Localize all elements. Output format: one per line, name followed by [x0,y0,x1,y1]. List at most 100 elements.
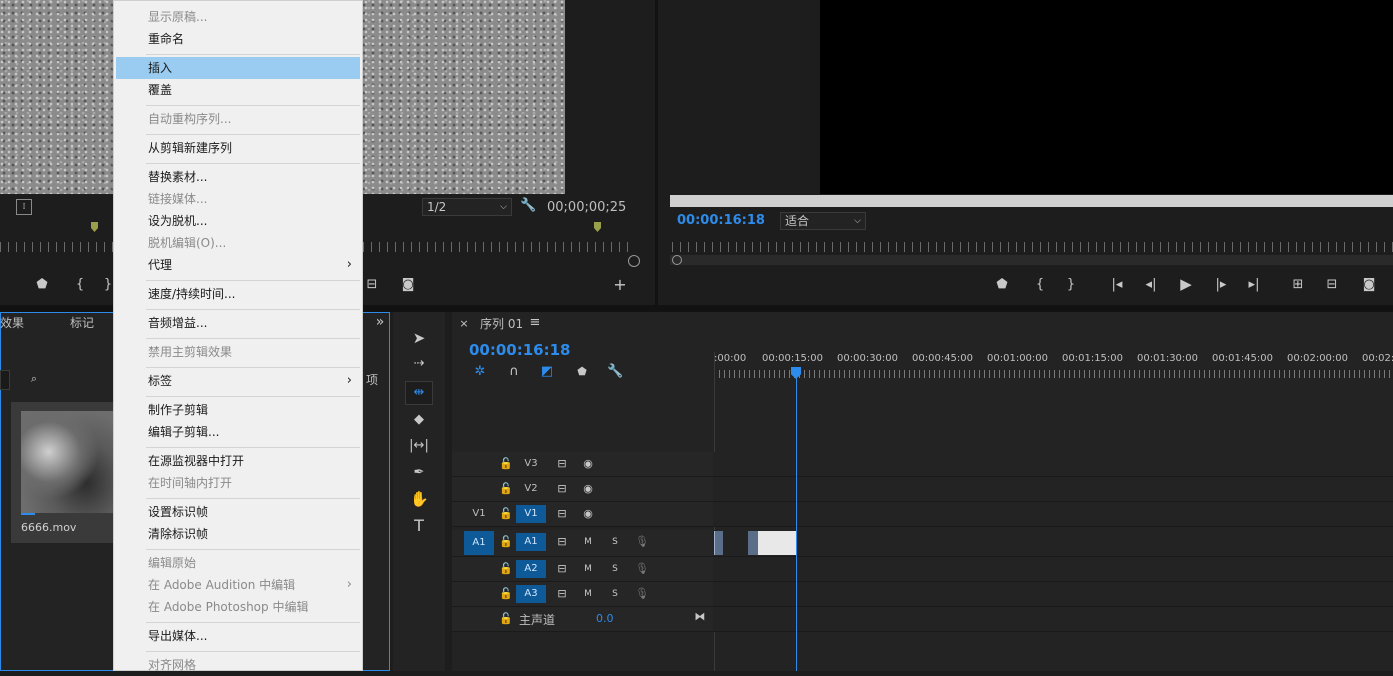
snap-icon[interactable]: ∩ [506,364,522,380]
step-back-icon[interactable]: ◂| [1142,277,1160,293]
sync-lock-icon[interactable]: ⊟ [554,534,570,550]
zoom-select[interactable]: 1/2 ⌵ [422,198,512,216]
program-ruler[interactable] [672,242,1393,252]
menu-item-overwrite[interactable]: 覆盖 [116,79,360,101]
audio-clip[interactable] [758,531,796,555]
nest-icon[interactable]: ✲ [472,364,488,380]
master-meter-icon[interactable]: ⧓ [692,609,708,625]
microphone-icon[interactable]: 🎙 [634,561,650,577]
mute-button[interactable]: M [580,586,596,602]
step-forward-icon[interactable]: |▸ [1212,277,1230,293]
hand-tool-icon[interactable]: ✋ [410,491,429,507]
tab-markers[interactable]: 标记 [70,314,94,331]
overwrite-icon[interactable]: ⊟ [364,277,380,293]
camera-icon[interactable]: ◙ [400,277,416,293]
pen-tool-icon[interactable]: ✒ [410,465,428,481]
find-icon[interactable]: ⌕ [26,371,42,387]
sync-lock-icon[interactable]: ⊟ [554,456,570,472]
source-patch-v1[interactable]: V1 [464,505,494,523]
add-button-icon[interactable]: + [612,277,628,293]
lock-icon[interactable]: 🔓 [498,586,514,602]
solo-button[interactable]: S [607,534,623,550]
eye-icon[interactable]: ◉ [580,456,596,472]
close-tab-icon[interactable]: × [458,316,470,332]
menu-item-replace-footage[interactable]: 替换素材... [116,166,360,188]
add-marker-icon[interactable]: ⬟ [574,364,590,380]
sync-lock-icon[interactable]: ⊟ [554,561,570,577]
lock-icon[interactable]: 🔓 [498,611,514,627]
menu-item-rename[interactable]: 重命名 [116,28,360,50]
menu-item-edit-subclip[interactable]: 编辑子剪辑... [116,421,360,443]
marker-icon[interactable]: ⬟ [994,277,1010,293]
track-label[interactable]: A3 [516,585,546,603]
menu-item-label[interactable]: 标签 › [116,370,360,392]
track-label[interactable]: V1 [516,505,546,523]
microphone-icon[interactable]: 🎙 [634,534,650,550]
mute-button[interactable]: M [580,561,596,577]
program-playhead-start[interactable] [672,255,682,265]
slip-tool-icon[interactable]: |↔| [408,438,430,454]
track-label[interactable]: V2 [516,480,546,498]
menu-item-insert[interactable]: 插入 [116,57,360,79]
wrench-icon[interactable]: 🔧 [520,198,536,214]
sync-lock-icon[interactable]: ⊟ [554,481,570,497]
fit-select[interactable]: 适合 ⌵ [780,212,866,230]
track-area[interactable] [714,530,1393,556]
settings-icon[interactable]: ⁞ [16,199,32,215]
menu-item-clear-poster-frame[interactable]: 清除标识帧 [116,523,360,545]
panel-divider[interactable] [655,0,658,306]
solo-button[interactable]: S [607,586,623,602]
source-patch-a1[interactable]: A1 [464,531,494,555]
track-label[interactable]: A2 [516,560,546,578]
track-label[interactable]: A1 [516,533,546,551]
menu-item-open-in-source[interactable]: 在源监视器中打开 [116,450,360,472]
eye-icon[interactable]: ◉ [580,481,596,497]
mark-out-icon[interactable]: } [1063,277,1079,293]
go-to-out-icon[interactable]: ▸| [1245,277,1263,293]
razor-icon[interactable]: ◆ [410,412,428,428]
menu-item-make-subclip[interactable]: 制作子剪辑 [116,399,360,421]
extract-icon[interactable]: ⊟ [1323,277,1341,293]
menu-item-proxy[interactable]: 代理 › [116,254,360,276]
track-area[interactable] [714,477,1393,501]
track-area[interactable] [714,452,1393,476]
source-playhead-end[interactable] [628,255,640,267]
tab-menu-icon[interactable]: ≡ [528,315,542,331]
mark-in-icon[interactable]: { [1032,277,1048,293]
lock-icon[interactable]: 🔓 [498,506,514,522]
wrench-icon[interactable]: 🔧 [607,364,623,380]
audio-clip-edge[interactable] [714,531,723,555]
microphone-icon[interactable]: 🎙 [634,586,650,602]
clip-thumbnail[interactable] [21,411,113,513]
source-ruler-right[interactable] [363,242,633,252]
menu-item-set-poster-frame[interactable]: 设置标识帧 [116,501,360,523]
timeline-ruler[interactable]: :00:00 00:00:15:00 00:00:30:00 00:00:45:… [714,352,1393,380]
track-area[interactable] [714,502,1393,526]
panel-overflow-icon[interactable]: » [372,314,388,330]
sync-lock-icon[interactable]: ⊟ [554,506,570,522]
source-ruler[interactable] [0,242,113,252]
go-to-in-icon[interactable]: |◂ [1108,277,1126,293]
menu-item-audio-gain[interactable]: 音频增益... [116,312,360,334]
program-scrubber[interactable] [670,255,1393,265]
lock-icon[interactable]: 🔓 [498,534,514,550]
solo-button[interactable]: S [607,561,623,577]
eye-icon[interactable]: ◉ [580,506,596,522]
audio-clip-edge[interactable] [748,531,758,555]
linked-selection-icon[interactable]: ◩ [539,364,555,380]
clip-name[interactable]: 6666.mov [21,521,76,534]
menu-item-speed-duration[interactable]: 速度/持续时间... [116,283,360,305]
tab-effects[interactable]: 效果 [0,314,24,331]
track-select-icon[interactable]: ⇢ [410,356,428,372]
tab-sequence[interactable]: 序列 01 [480,315,523,332]
menu-item-new-sequence[interactable]: 从剪辑新建序列 [116,137,360,159]
search-input[interactable] [0,370,10,390]
track-area[interactable] [714,557,1393,581]
menu-item-export-media[interactable]: 导出媒体... [116,625,360,647]
camera-icon[interactable]: ◙ [1360,277,1378,293]
program-timecode[interactable]: 00:00:16:18 [677,213,765,228]
lift-icon[interactable]: ⊞ [1289,277,1307,293]
lock-icon[interactable]: 🔓 [498,481,514,497]
timeline-timecode[interactable]: 00:00:16:18 [469,341,571,359]
track-label[interactable]: V3 [516,455,546,473]
